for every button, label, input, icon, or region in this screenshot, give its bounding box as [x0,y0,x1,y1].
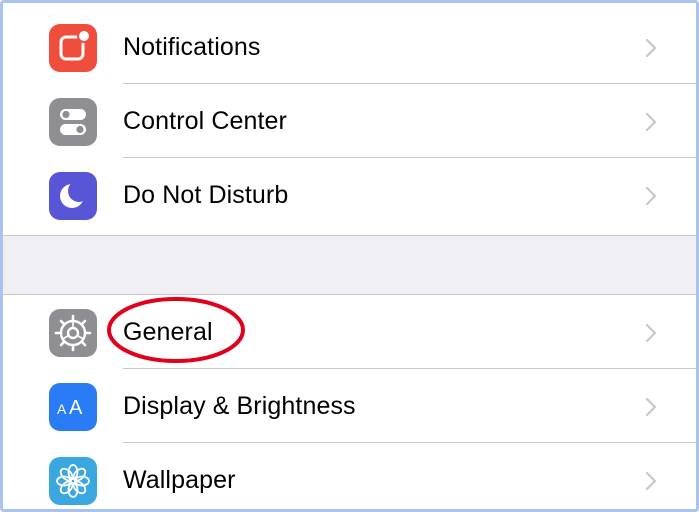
settings-row-label: Notifications [123,33,261,61]
settings-row-label: Control Center [123,107,287,135]
notifications-icon [49,24,97,72]
moon-icon [49,172,97,220]
svg-text:A: A [69,397,83,419]
section-separator [3,235,696,295]
settings-row-display-brightness[interactable]: A A Display & Brightness [3,369,696,443]
settings-row-control-center[interactable]: Control Center [3,84,696,158]
settings-group-1: Notifications Control Center Do Not Dist… [3,10,696,232]
svg-text:A: A [57,401,67,417]
chevron-right-icon [645,112,657,132]
settings-row-label: General [123,318,213,346]
settings-row-label: Display & Brightness [123,392,356,420]
text-size-icon: A A [49,383,97,431]
settings-row-do-not-disturb[interactable]: Do Not Disturb [3,158,696,232]
flower-icon [49,457,97,505]
settings-row-notifications[interactable]: Notifications [3,10,696,84]
settings-window: Notifications Control Center Do Not Dist… [0,0,699,512]
settings-row-general[interactable]: General [3,295,696,369]
settings-row-wallpaper[interactable]: Wallpaper [3,443,696,509]
chevron-right-icon [645,38,657,58]
chevron-right-icon [645,186,657,206]
settings-group-2: General A A Display & Brightness Wallpap… [3,295,696,509]
chevron-right-icon [645,471,657,491]
control-center-icon [49,98,97,146]
settings-row-label: Wallpaper [123,466,236,494]
gear-icon [49,309,97,357]
chevron-right-icon [645,397,657,417]
settings-row-label: Do Not Disturb [123,181,289,209]
chevron-right-icon [645,323,657,343]
